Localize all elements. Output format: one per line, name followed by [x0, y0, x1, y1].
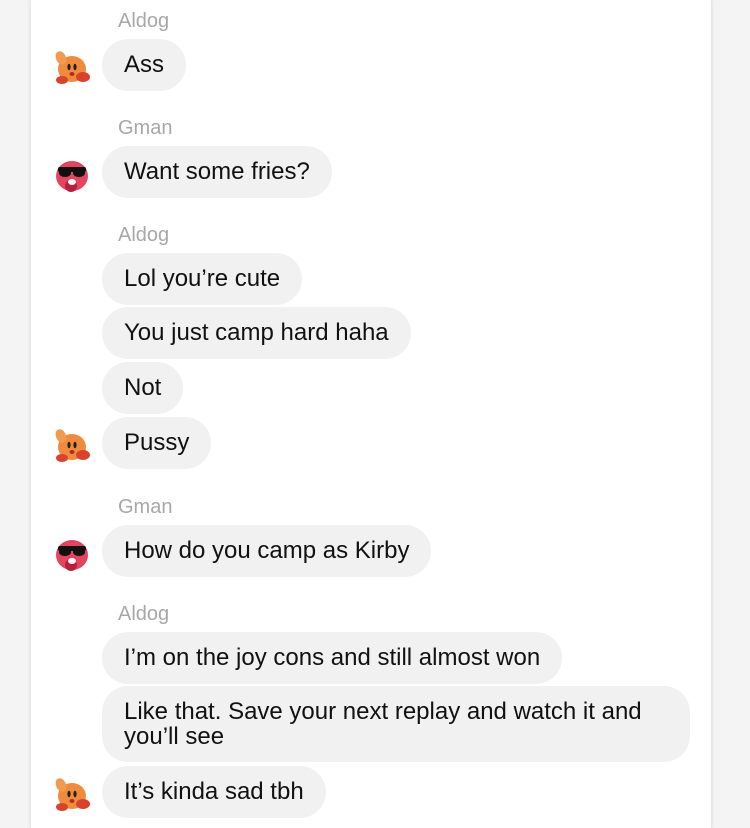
message-bubble[interactable]: It’s kinda sad tbh: [102, 766, 326, 818]
kirby-waving-icon[interactable]: [52, 47, 92, 87]
message-bubble[interactable]: You just camp hard haha: [102, 307, 411, 359]
message-bubble[interactable]: Pussy: [102, 417, 212, 469]
message-bubble[interactable]: Want some fries?: [102, 146, 332, 198]
sender-name-aldog: Aldog: [118, 603, 170, 625]
message-bubble[interactable]: How do you camp as Kirby: [102, 525, 432, 577]
message-bubble[interactable]: I’m on the joy cons and still almost won: [102, 632, 563, 684]
message-bubble[interactable]: Ass: [102, 39, 187, 91]
kirby-waving-icon[interactable]: [52, 425, 92, 465]
message-bubble[interactable]: Not: [102, 362, 184, 414]
message-bubble[interactable]: Lol you’re cute: [102, 253, 303, 305]
sender-name-aldog: Aldog: [118, 10, 170, 32]
sender-name-gman: Gman: [118, 496, 173, 518]
kirby-sunglasses-icon[interactable]: [52, 156, 92, 196]
kirby-sunglasses-icon[interactable]: [52, 535, 92, 575]
sender-name-gman: Gman: [118, 117, 173, 139]
kirby-waving-icon[interactable]: [52, 774, 92, 814]
sender-name-aldog: Aldog: [118, 224, 170, 246]
message-bubble[interactable]: Like that. Save your next replay and wat…: [102, 686, 690, 762]
